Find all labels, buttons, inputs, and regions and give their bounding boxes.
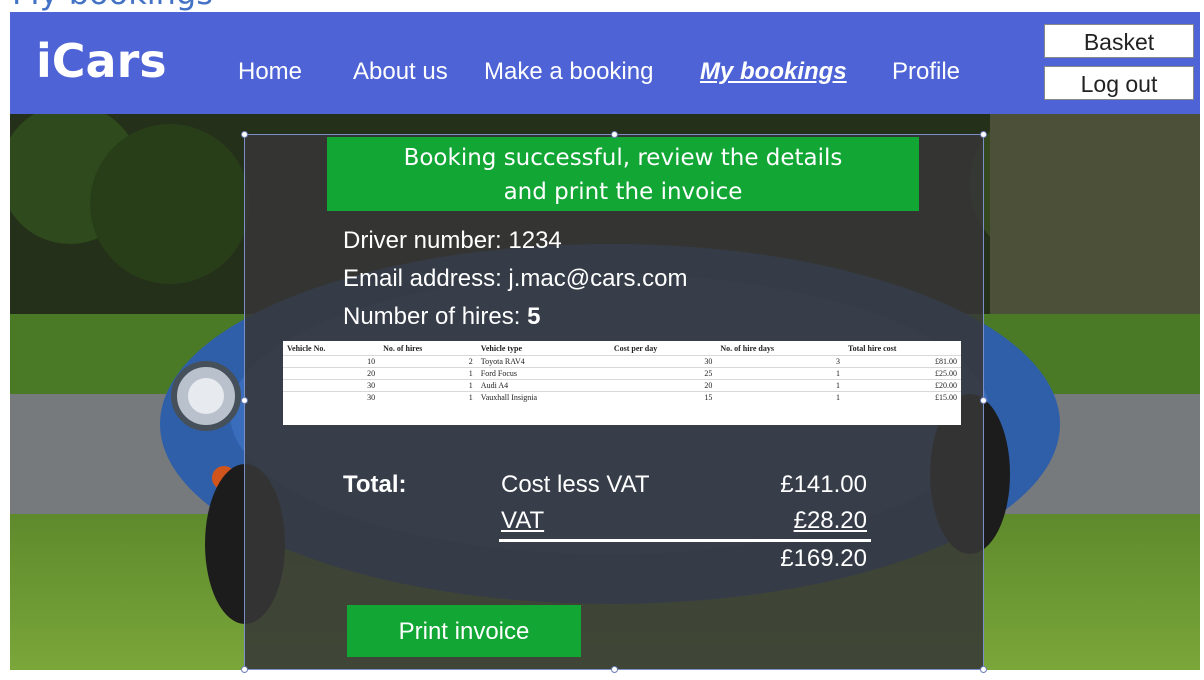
table-row: 10 2 Toyota RAV4 30 3 £81.00 xyxy=(283,355,961,368)
email-line: Email address: j.mac@cars.com xyxy=(343,265,687,293)
email-label: Email address: xyxy=(343,265,509,292)
banner-line-1: Booking successful, review the details xyxy=(403,145,843,171)
driver-number-line: Driver number: 1234 xyxy=(343,227,562,255)
resize-handle[interactable] xyxy=(980,666,987,673)
resize-handle[interactable] xyxy=(980,397,987,404)
table-cell: 20 xyxy=(609,379,717,392)
table-cell: £15.00 xyxy=(844,391,961,403)
table-cell: 10 xyxy=(283,355,380,368)
driver-number-value: 1234 xyxy=(508,227,562,254)
driver-number-label: Driver number: xyxy=(343,227,509,254)
table-cell: 20 xyxy=(283,367,380,380)
table-cell: 1 xyxy=(379,367,477,380)
nav-my-bookings[interactable]: My bookings xyxy=(700,58,847,86)
table-cell: 30 xyxy=(609,355,717,368)
hire-table: Vehicle No. No. of hires Vehicle type Co… xyxy=(283,341,961,425)
logo: iCars xyxy=(36,34,167,88)
nav-home[interactable]: Home xyxy=(238,58,302,86)
vat-label: VAT xyxy=(501,507,545,534)
success-banner: Booking successful, review the details a… xyxy=(327,137,919,211)
column-header: Cost per day xyxy=(613,344,658,353)
nav-profile[interactable]: Profile xyxy=(892,58,960,86)
email-value: j.mac@cars.com xyxy=(508,265,688,292)
hires-label: Number of hires: xyxy=(343,303,528,330)
print-invoice-button[interactable]: Print invoice xyxy=(347,605,581,657)
cost-less-vat-value: £141.00 xyxy=(780,471,867,498)
table-cell: 30 xyxy=(283,379,380,392)
table-cell: 1 xyxy=(379,379,477,392)
table-cell: 1 xyxy=(716,391,845,403)
column-header: No. of hire days xyxy=(720,344,774,353)
vat-value: £28.20 xyxy=(793,507,867,534)
nav-make-a-booking[interactable]: Make a booking xyxy=(484,58,653,86)
table-cell: £20.00 xyxy=(844,379,961,392)
basket-button[interactable]: Basket xyxy=(1044,24,1194,58)
table-cell: Audi A4 xyxy=(476,379,610,392)
table-cell: 2 xyxy=(379,355,477,368)
resize-handle[interactable] xyxy=(241,666,248,673)
grand-total-value: £169.20 xyxy=(780,545,867,572)
logout-button[interactable]: Log out xyxy=(1044,66,1194,100)
column-header: No. of hires xyxy=(383,344,423,353)
table-cell: 1 xyxy=(716,379,845,392)
resize-handle[interactable] xyxy=(241,131,248,138)
table-cell: 3 xyxy=(716,355,845,368)
table-cell: 1 xyxy=(716,367,845,380)
table-row: 20 1 Ford Focus 25 1 £25.00 xyxy=(283,367,961,380)
total-label: Total: xyxy=(343,471,407,498)
page-heading: My bookings xyxy=(12,0,213,12)
cost-less-vat-label: Cost less VAT xyxy=(501,471,650,498)
navigation-bar: iCars Home About us Make a booking My bo… xyxy=(10,12,1200,114)
table-cell: 25 xyxy=(609,367,717,380)
hires-line: Number of hires: 5 xyxy=(343,303,540,331)
nav-about-us[interactable]: About us xyxy=(353,58,448,86)
hires-count: 5 xyxy=(527,303,541,330)
total-divider xyxy=(499,539,871,542)
column-header: Vehicle type xyxy=(480,344,523,353)
table-cell: Toyota RAV4 xyxy=(476,355,610,368)
booking-summary-panel: Booking successful, review the details a… xyxy=(241,131,987,673)
table-cell: Vauxhall Insignia xyxy=(476,391,610,403)
table-cell: 15 xyxy=(609,391,717,403)
resize-handle[interactable] xyxy=(611,131,618,138)
table-cell: 1 xyxy=(379,391,477,403)
resize-handle[interactable] xyxy=(611,666,618,673)
table-cell: Ford Focus xyxy=(476,367,610,380)
table-row: 30 1 Audi A4 20 1 £20.00 xyxy=(283,379,961,392)
resize-handle[interactable] xyxy=(980,131,987,138)
banner-line-2: and print the invoice xyxy=(503,179,743,205)
table-cell: 30 xyxy=(283,391,380,403)
resize-handle[interactable] xyxy=(241,397,248,404)
column-header: Total hire cost xyxy=(848,344,897,353)
table-row: 30 1 Vauxhall Insignia 15 1 £15.00 xyxy=(283,391,961,403)
table-cell: £81.00 xyxy=(844,355,961,368)
table-cell: £25.00 xyxy=(844,367,961,380)
column-header: Vehicle No. xyxy=(287,344,326,353)
table-header-row: Vehicle No. No. of hires Vehicle type Co… xyxy=(283,341,961,356)
